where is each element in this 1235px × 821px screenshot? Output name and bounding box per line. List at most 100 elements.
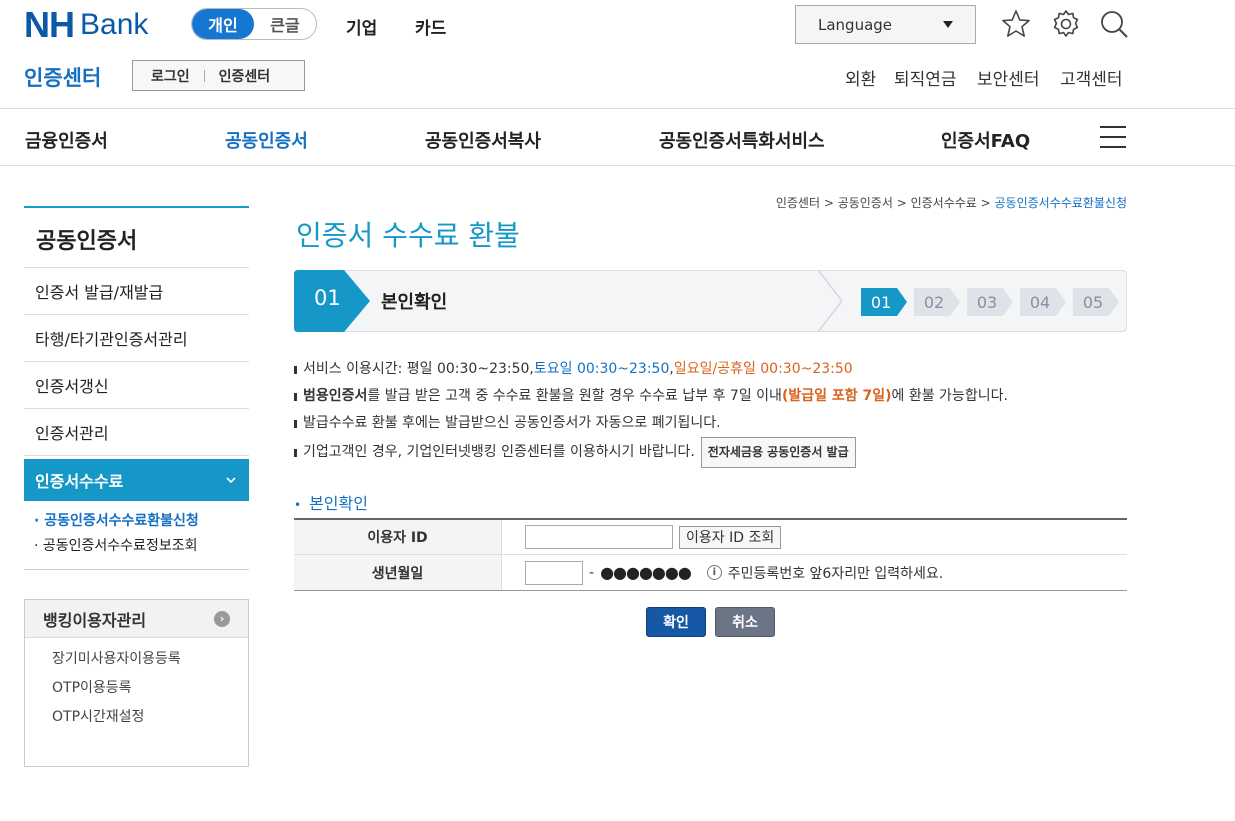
submenu-item-refund[interactable]: · 공동인증서수수료환불신청: [34, 509, 249, 534]
view-mode-toggle: 개인 큰글: [191, 8, 317, 40]
left-nav-item-other-bank[interactable]: 타행/타기관인증서관리: [24, 315, 249, 362]
birthdate-input[interactable]: [525, 560, 583, 585]
left-nav-item-fee[interactable]: 인증서수수료: [24, 459, 249, 501]
userid-input[interactable]: [525, 525, 673, 549]
banking-user-box: 뱅킹이용자관리 › 장기미사용자이용등록 OTP이용등록 OTP시간재설정: [24, 599, 249, 767]
left-nav-item-renew[interactable]: 인증서갱신: [24, 362, 249, 409]
step-mini-05: 05: [1073, 288, 1121, 316]
cert-center-link[interactable]: 인증센터: [219, 66, 271, 86]
step-progress: 01 02 03 04 05: [861, 288, 1121, 316]
nav-card[interactable]: 카드: [415, 14, 446, 39]
chevron-right-icon: ›: [214, 610, 230, 627]
menu-icon[interactable]: [1100, 126, 1126, 148]
search-icon[interactable]: [1098, 8, 1130, 40]
section-title: • 본인확인: [294, 490, 368, 514]
info-icon: i: [706, 565, 722, 580]
util-link-pension[interactable]: 퇴직연금: [894, 65, 957, 90]
left-nav-item-issue[interactable]: 인증서 발급/재발급: [24, 268, 249, 315]
step-mini-04: 04: [1020, 288, 1068, 316]
step-mini-01: 01: [861, 288, 909, 316]
login-box: 로그인 인증센터: [132, 60, 305, 91]
star-icon[interactable]: [1000, 8, 1032, 40]
mode-personal-tab[interactable]: 개인: [192, 9, 254, 39]
util-link-customer[interactable]: 고객센터: [1060, 65, 1123, 90]
divider: [203, 69, 205, 82]
notice-item: 범용인증서 를 발급 받은 고객 중 수수료 환불을 원할 경우 수수료 납부 후…: [294, 383, 1134, 410]
notice-emphasis: 범용인증서: [303, 388, 368, 404]
submenu-item-fee-info[interactable]: · 공동인증서수수료정보조회: [34, 534, 249, 559]
left-nav-item-fee-label: 인증서수수료: [35, 472, 124, 491]
breadcrumb-sep: >: [892, 196, 911, 210]
step-mini-05-label: 05: [1082, 292, 1104, 312]
breadcrumb-sep: >: [976, 196, 995, 210]
notice-saturday: 토요일 00:30~23:50: [533, 361, 670, 377]
notice-item: 발급수수료 환불 후에는 발급받으신 공동인증서가 자동으로 폐기됩니다.: [294, 410, 1134, 437]
step-mini-03-label: 03: [976, 292, 998, 312]
bullet: •: [294, 498, 302, 512]
breadcrumb-sep: >: [820, 196, 838, 210]
gnb-financial-cert[interactable]: 금융인증서: [25, 127, 108, 153]
step-mini-02-label: 02: [923, 292, 945, 312]
gnb-joint-cert-special[interactable]: 공동인증서특화서비스: [659, 127, 825, 153]
bullet: [294, 419, 297, 428]
nav-corporate[interactable]: 기업: [346, 14, 377, 39]
gear-icon[interactable]: [1050, 8, 1082, 40]
breadcrumb-item[interactable]: 인증센터: [776, 196, 820, 210]
mode-large-text-tab[interactable]: 큰글: [254, 9, 316, 39]
confirm-button[interactable]: 확인: [646, 607, 706, 637]
dash: -: [589, 564, 595, 581]
userid-lookup-button[interactable]: 이용자 ID 조회: [679, 525, 782, 549]
chevron-down-icon: [226, 477, 236, 484]
form-row-userid: 이용자 ID 이용자 ID 조회: [294, 520, 1127, 555]
cancel-button[interactable]: 취소: [715, 607, 775, 637]
login-link[interactable]: 로그인: [151, 66, 190, 86]
banking-user-header[interactable]: 뱅킹이용자관리 ›: [25, 600, 248, 638]
site-title[interactable]: 인증센터: [24, 62, 101, 92]
step-mini-01-label: 01: [870, 292, 892, 312]
current-step-label: 본인확인: [381, 292, 448, 313]
notice-text: 를 발급 받은 고객 중 수수료 환불을 원할 경우 수수료 납부 후 7일 이…: [367, 388, 782, 404]
notice-text: 서비스 이용시간: 평일 00:30~23:50,: [303, 361, 534, 377]
notice-text: 에 환불 가능합니다.: [891, 388, 1008, 404]
gnb-divider: [0, 165, 1235, 166]
notice-holiday: 일요일/공휴일 00:30~23:50: [673, 361, 853, 377]
page-title: 인증서 수수료 환불: [296, 219, 520, 252]
step-mini-02: 02: [914, 288, 962, 316]
breadcrumb-current: 공동인증서수수료환불신청: [994, 196, 1127, 210]
tax-cert-issue-button[interactable]: 전자세금용 공동인증서 발급: [700, 437, 856, 468]
step-divider-chevron: [818, 270, 842, 332]
left-nav-submenu: · 공동인증서수수료환불신청 · 공동인증서수수료정보조회: [24, 501, 249, 570]
header-divider: [0, 108, 1235, 109]
gnb-joint-cert[interactable]: 공동인증서: [225, 127, 308, 153]
bullet: [294, 448, 297, 457]
masked-digits: ●●●●●●●: [600, 563, 692, 582]
birthdate-hint: 주민등록번호 앞6자리만 입력하세요.: [727, 565, 944, 582]
left-nav: 공동인증서 인증서 발급/재발급 타행/타기관인증서관리 인증서갱신 인증서관리…: [24, 206, 249, 570]
step-mini-03: 03: [967, 288, 1015, 316]
gnb-joint-cert-copy[interactable]: 공동인증서복사: [425, 127, 541, 153]
util-link-forex[interactable]: 외환: [845, 65, 876, 90]
breadcrumb-item[interactable]: 공동인증서: [838, 196, 893, 210]
breadcrumb-item[interactable]: 인증서수수료: [911, 196, 977, 210]
section-title-text: 본인확인: [309, 494, 368, 513]
notice-item: 기업고객인 경우, 기업인터넷뱅킹 인증센터를 이용하시기 바랍니다. 전자세금…: [294, 437, 1134, 468]
left-nav-item-manage[interactable]: 인증서관리: [24, 409, 249, 456]
util-link-security[interactable]: 보안센터: [977, 65, 1040, 90]
language-select[interactable]: Language: [795, 5, 976, 44]
caret-down-icon: [943, 21, 953, 28]
banking-user-title: 뱅킹이용자관리: [43, 610, 147, 630]
userid-label: 이용자 ID: [294, 520, 502, 554]
gnb-cert-faq[interactable]: 인증서FAQ: [941, 127, 1030, 153]
bullet: [294, 365, 297, 374]
banking-link-dormant[interactable]: 장기미사용자이용등록: [25, 645, 248, 674]
logo-nh-text: NH: [24, 4, 75, 45]
left-nav-title: 공동인증서: [24, 206, 249, 268]
notice-text: 기업고객인 경우, 기업인터넷뱅킹 인증센터를 이용하시기 바랍니다.: [303, 444, 695, 460]
banking-link-otp-time[interactable]: OTP시간재설정: [25, 703, 248, 732]
notice-text: 발급수수료 환불 후에는 발급받으신 공동인증서가 자동으로 폐기됩니다.: [303, 415, 721, 431]
identity-form: 이용자 ID 이용자 ID 조회 생년월일 - ●●●●●●● i 주민등록번호…: [294, 518, 1127, 591]
language-select-label: Language: [818, 15, 893, 34]
banking-link-otp-register[interactable]: OTP이용등록: [25, 674, 248, 703]
nh-bank-logo[interactable]: NH Bank: [24, 4, 148, 45]
breadcrumb: 인증센터 > 공동인증서 > 인증서수수료 > 공동인증서수수료환불신청: [680, 194, 1127, 211]
